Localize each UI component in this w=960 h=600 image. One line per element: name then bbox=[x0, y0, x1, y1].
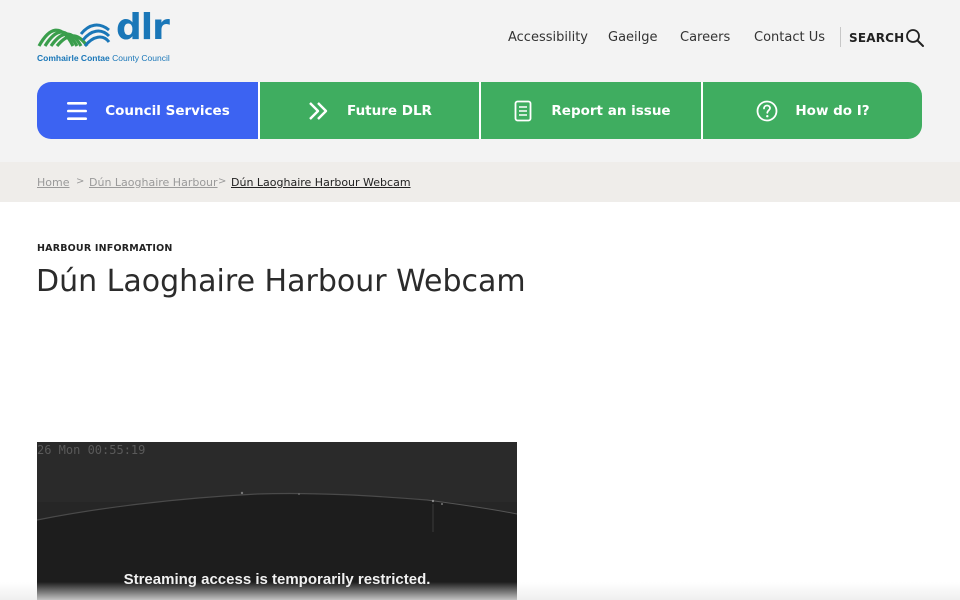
nav-label: Report an issue bbox=[551, 102, 671, 119]
webcam-status-message: Streaming access is temporarily restrict… bbox=[123, 571, 431, 588]
site-logo[interactable]: dlr Comhairle Contae County Council bbox=[37, 7, 177, 64]
breadcrumb-harbour[interactable]: Dún Laoghaire Harbour bbox=[89, 176, 218, 189]
breadcrumb-current[interactable]: Dún Laoghaire Harbour Webcam bbox=[231, 176, 411, 189]
careers-link[interactable]: Careers bbox=[680, 30, 730, 45]
search-button[interactable]: SEARCH bbox=[849, 31, 904, 45]
main-nav: Council Services Future DLR Report an is… bbox=[37, 82, 922, 139]
site-header: dlr Comhairle Contae County Council Acce… bbox=[0, 0, 960, 162]
menu-icon bbox=[67, 101, 88, 120]
nav-how-do-i[interactable]: How do I? bbox=[701, 82, 922, 139]
breadcrumb-home[interactable]: Home bbox=[37, 176, 69, 189]
nav-council-services[interactable]: Council Services bbox=[37, 82, 258, 139]
nav-label: Council Services bbox=[105, 102, 230, 119]
logo-subtitle: Comhairle Contae County Council bbox=[37, 53, 170, 63]
clipboard-icon bbox=[515, 100, 532, 121]
contact-us-link[interactable]: Contact Us bbox=[754, 30, 825, 45]
nav-report-an-issue[interactable]: Report an issue bbox=[479, 82, 701, 139]
nav-future-dlr[interactable]: Future DLR bbox=[258, 82, 479, 139]
accessibility-link[interactable]: Accessibility bbox=[508, 30, 588, 45]
nav-label: How do I? bbox=[795, 102, 870, 119]
breadcrumb-separator: > bbox=[218, 176, 227, 187]
logo-subtitle-bold: Comhairle Contae bbox=[37, 53, 110, 63]
page-title: Dún Laoghaire Harbour Webcam bbox=[36, 264, 526, 299]
logo-wordmark: dlr bbox=[116, 7, 170, 48]
search-icon[interactable] bbox=[905, 28, 925, 48]
webcam-timestamp: 26 Mon 00:55:19 bbox=[37, 443, 146, 457]
wave-logo-icon bbox=[37, 23, 111, 48]
gaeilge-link[interactable]: Gaeilge bbox=[608, 30, 658, 45]
search-divider bbox=[840, 27, 841, 47]
nav-label: Future DLR bbox=[347, 102, 432, 119]
webcam-player[interactable]: 26 Mon 00:55:19 Streaming access is temp… bbox=[37, 442, 517, 600]
breadcrumb-separator: > bbox=[76, 176, 85, 187]
question-circle-icon bbox=[756, 100, 778, 121]
section-eyebrow: HARBOUR INFORMATION bbox=[37, 243, 173, 254]
logo-subtitle-regular: County Council bbox=[109, 53, 170, 63]
breadcrumb: Home > Dún Laoghaire Harbour > Dún Laogh… bbox=[0, 162, 960, 202]
double-chevron-right-icon bbox=[309, 101, 328, 120]
